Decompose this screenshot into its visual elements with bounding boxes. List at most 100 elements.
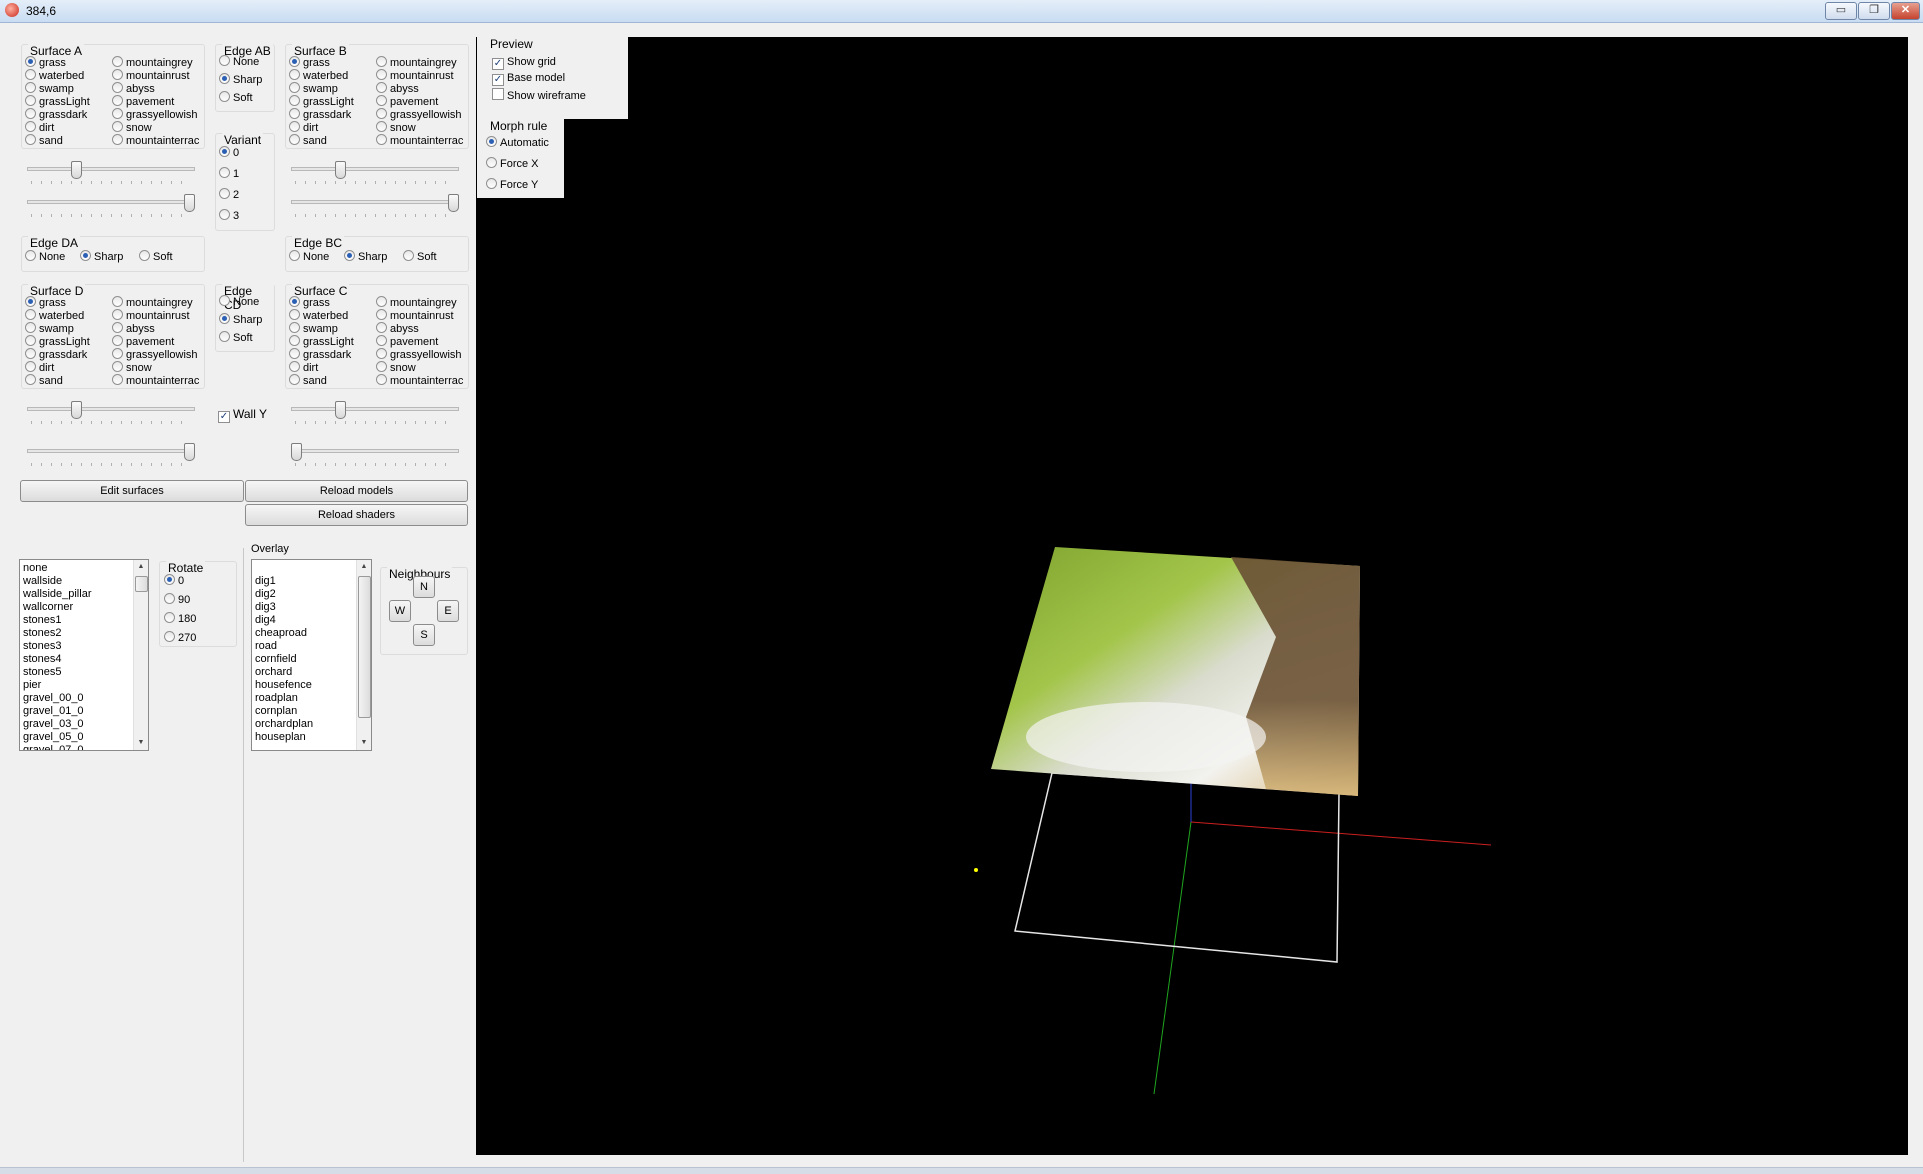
surface-d-radio-pavement[interactable]: pavement: [112, 335, 174, 348]
surface-d-radio-grasslight[interactable]: grassLight: [25, 335, 90, 348]
surface-d-radio-dirt[interactable]: dirt: [25, 361, 54, 374]
overlay-list-item[interactable]: orchardplan: [252, 718, 371, 731]
edge-ab-radio-none[interactable]: None: [219, 55, 259, 68]
overlay-list-item[interactable]: cheaproad: [252, 627, 371, 640]
surface-b-radio-waterbed[interactable]: waterbed: [289, 69, 348, 82]
surface-b-slider-1[interactable]: [291, 161, 459, 187]
surface-c-radio-grassyellowish[interactable]: grassyellowish: [376, 348, 462, 361]
surface-b-radio-mountainrust[interactable]: mountainrust: [376, 69, 454, 82]
surface-a-radio-grasslight[interactable]: grassLight: [25, 95, 90, 108]
surface-b-radio-sand[interactable]: sand: [289, 134, 327, 147]
model-list-item[interactable]: gravel_03_0: [20, 718, 148, 731]
overlay-list-item[interactable]: road: [252, 640, 371, 653]
minimize-button[interactable]: ▭: [1825, 2, 1857, 20]
overlay-list-item[interactable]: houseplan: [252, 731, 371, 744]
variant-radio-0[interactable]: 0: [219, 146, 239, 159]
model-list-item[interactable]: gravel_00_0: [20, 692, 148, 705]
slider-thumb[interactable]: [71, 161, 82, 179]
3d-viewport[interactable]: [476, 37, 1908, 1155]
surface-d-radio-snow[interactable]: snow: [112, 361, 152, 374]
reload-models-button[interactable]: Reload models: [245, 480, 468, 502]
surface-a-radio-waterbed[interactable]: waterbed: [25, 69, 84, 82]
edge-ab-radio-sharp[interactable]: Sharp: [219, 73, 262, 86]
surface-b-radio-snow[interactable]: snow: [376, 121, 416, 134]
model-list-item[interactable]: pier: [20, 679, 148, 692]
surface-b-radio-swamp[interactable]: swamp: [289, 82, 338, 95]
surface-d-radio-mountaingrey[interactable]: mountaingrey: [112, 296, 193, 309]
overlay-list-item[interactable]: dig1: [252, 575, 371, 588]
model-list-item[interactable]: wallcorner: [20, 601, 148, 614]
edge-cd-radio-sharp[interactable]: Sharp: [219, 313, 262, 326]
surface-b-radio-pavement[interactable]: pavement: [376, 95, 438, 108]
surface-c-slider-1[interactable]: [291, 401, 459, 427]
surface-c-slider-2[interactable]: [291, 443, 459, 469]
surface-a-radio-snow[interactable]: snow: [112, 121, 152, 134]
rotate-radio-0[interactable]: 0: [164, 574, 184, 587]
morph-rule-radio-automatic[interactable]: Automatic: [486, 136, 549, 149]
surface-a-radio-abyss[interactable]: abyss: [112, 82, 155, 95]
surface-a-radio-grassyellowish[interactable]: grassyellowish: [112, 108, 198, 121]
edge-bc-radio-none[interactable]: None: [289, 250, 329, 263]
surface-b-radio-grass[interactable]: grass: [289, 56, 330, 69]
scroll-down-icon[interactable]: ▼: [357, 736, 371, 750]
slider-thumb[interactable]: [184, 443, 195, 461]
model-list-item[interactable]: wallside: [20, 575, 148, 588]
surface-b-radio-mountainterrac[interactable]: mountainterrac: [376, 134, 463, 147]
close-button[interactable]: ✕: [1891, 2, 1920, 20]
surface-a-radio-grassdark[interactable]: grassdark: [25, 108, 87, 121]
base-model-checkbox[interactable]: ✓ Base model: [492, 72, 565, 86]
edge-bc-radio-soft[interactable]: Soft: [403, 250, 437, 263]
surface-a-radio-swamp[interactable]: swamp: [25, 82, 74, 95]
slider-thumb[interactable]: [291, 443, 302, 461]
surface-c-radio-waterbed[interactable]: waterbed: [289, 309, 348, 322]
surface-d-radio-grass[interactable]: grass: [25, 296, 66, 309]
model-list-item[interactable]: stones2: [20, 627, 148, 640]
rotate-radio-270[interactable]: 270: [164, 631, 196, 644]
model-list-item[interactable]: gravel_05_0: [20, 731, 148, 744]
overlay-list-scrollbar[interactable]: ▲ ▼: [356, 560, 371, 750]
surface-d-radio-sand[interactable]: sand: [25, 374, 63, 387]
scroll-thumb[interactable]: [358, 576, 371, 718]
neighbour-north-button[interactable]: N: [413, 576, 435, 598]
surface-d-radio-mountainrust[interactable]: mountainrust: [112, 309, 190, 322]
edge-bc-radio-sharp[interactable]: Sharp: [344, 250, 387, 263]
model-list-item[interactable]: gravel_07_0: [20, 744, 148, 750]
model-list-item[interactable]: none: [20, 562, 148, 575]
model-list-item[interactable]: wallside_pillar: [20, 588, 148, 601]
morph-rule-radio-force-y[interactable]: Force Y: [486, 178, 538, 191]
scroll-down-icon[interactable]: ▼: [134, 736, 148, 750]
model-list-scrollbar[interactable]: ▲ ▼: [133, 560, 148, 750]
surface-d-slider-2[interactable]: [27, 443, 195, 469]
surface-d-radio-grassyellowish[interactable]: grassyellowish: [112, 348, 198, 361]
surface-c-radio-grassdark[interactable]: grassdark: [289, 348, 351, 361]
overlay-list-item[interactable]: cornfield: [252, 653, 371, 666]
surface-b-radio-grassdark[interactable]: grassdark: [289, 108, 351, 121]
surface-d-radio-abyss[interactable]: abyss: [112, 322, 155, 335]
surface-a-radio-mountaingrey[interactable]: mountaingrey: [112, 56, 193, 69]
wall-y-checkbox[interactable]: ✓ Wall Y: [218, 408, 267, 423]
overlay-list-item[interactable]: dig4: [252, 614, 371, 627]
overlay-list-item[interactable]: [252, 562, 371, 575]
surface-c-radio-mountainrust[interactable]: mountainrust: [376, 309, 454, 322]
overlay-list[interactable]: dig1 dig2 dig3 dig4 cheaproad road cornfield or…: [251, 559, 372, 751]
surface-b-radio-grassyellowish[interactable]: grassyellowish: [376, 108, 462, 121]
model-list-item[interactable]: stones1: [20, 614, 148, 627]
surface-a-radio-dirt[interactable]: dirt: [25, 121, 54, 134]
variant-radio-1[interactable]: 1: [219, 167, 239, 180]
surface-c-radio-mountainterrac[interactable]: mountainterrac: [376, 374, 463, 387]
overlay-list-item[interactable]: housefence: [252, 679, 371, 692]
surface-b-slider-2[interactable]: [291, 194, 459, 220]
edge-da-radio-soft[interactable]: Soft: [139, 250, 173, 263]
surface-a-slider-2[interactable]: [27, 194, 195, 220]
surface-b-radio-dirt[interactable]: dirt: [289, 121, 318, 134]
surface-a-radio-sand[interactable]: sand: [25, 134, 63, 147]
surface-c-radio-abyss[interactable]: abyss: [376, 322, 419, 335]
surface-c-radio-swamp[interactable]: swamp: [289, 322, 338, 335]
surface-c-radio-snow[interactable]: snow: [376, 361, 416, 374]
model-list-item[interactable]: stones5: [20, 666, 148, 679]
edge-cd-radio-soft[interactable]: Soft: [219, 331, 253, 344]
slider-thumb[interactable]: [184, 194, 195, 212]
surface-a-radio-grass[interactable]: grass: [25, 56, 66, 69]
rotate-radio-90[interactable]: 90: [164, 593, 190, 606]
variant-radio-2[interactable]: 2: [219, 188, 239, 201]
